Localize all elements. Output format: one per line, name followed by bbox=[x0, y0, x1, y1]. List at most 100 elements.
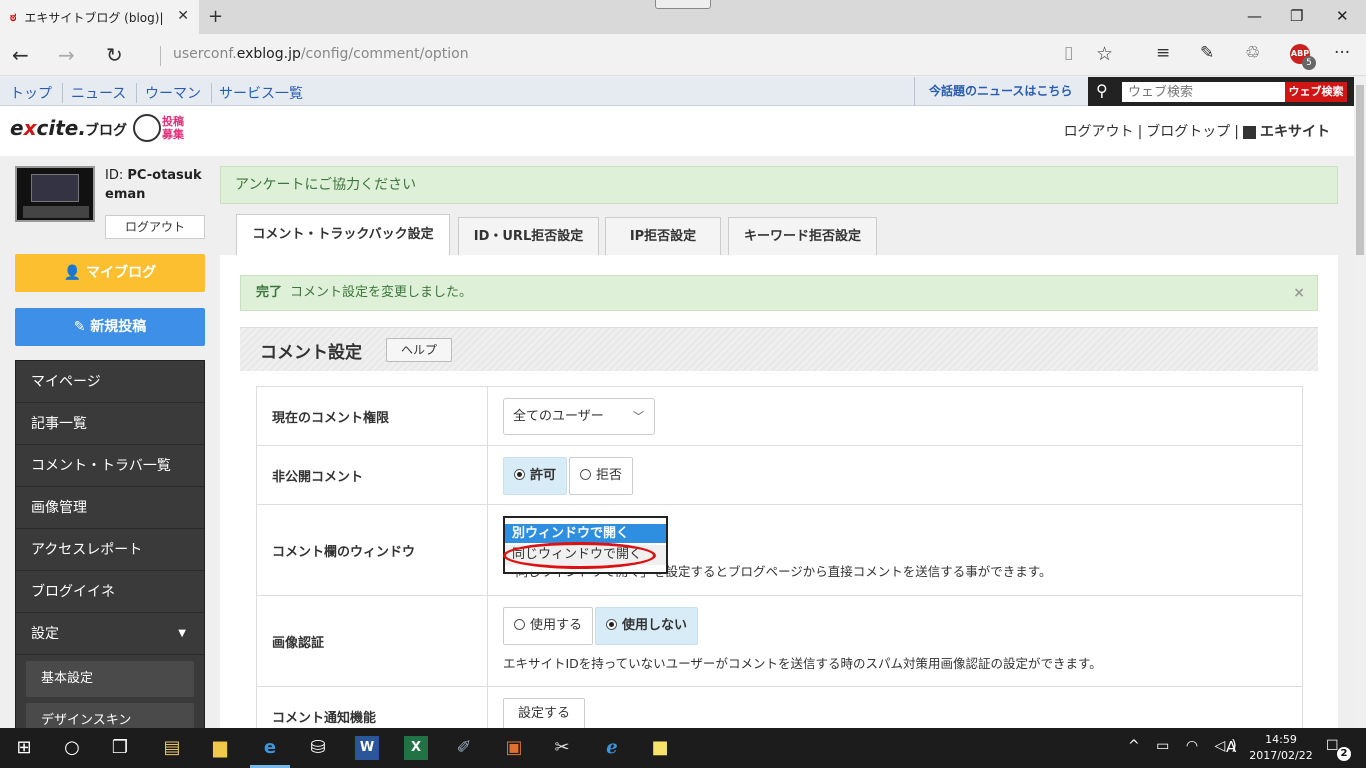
user-icon: 👤 bbox=[63, 265, 87, 281]
toolbox-icon[interactable]: ▣ bbox=[502, 736, 526, 760]
red-highlight-circle bbox=[503, 542, 656, 569]
row-value: 許可 拒否 bbox=[488, 446, 1302, 504]
explorer-icon[interactable]: ▤ bbox=[160, 736, 184, 760]
web-note-icon[interactable]: ✎ bbox=[1200, 43, 1214, 63]
new-post-button[interactable]: ✎ 新規投稿 bbox=[15, 308, 205, 346]
excite-logo[interactable]: excite. bbox=[10, 116, 86, 140]
excite-link-top[interactable]: トップ bbox=[0, 83, 63, 103]
avatar[interactable] bbox=[15, 166, 95, 222]
private-deny-label: 拒否 bbox=[596, 468, 623, 483]
captcha-nouse-radio[interactable]: 使用しない bbox=[595, 607, 699, 645]
clock-date: 2017/02/22 bbox=[1249, 749, 1313, 762]
page-body: ID: PC-otasukeman ログアウト 👤 マイブログ ✎ 新規投稿 マ… bbox=[0, 156, 1354, 728]
edge-icon[interactable]: e bbox=[258, 736, 282, 760]
my-blog-button[interactable]: 👤 マイブログ bbox=[15, 254, 205, 292]
search-input[interactable] bbox=[1122, 82, 1285, 102]
captcha-use-label: 使用する bbox=[530, 618, 583, 633]
ime-indicator[interactable]: A bbox=[1226, 738, 1236, 756]
excite-link-news[interactable]: ニュース bbox=[61, 83, 138, 103]
sticky-notes-icon[interactable]: ■ bbox=[648, 736, 672, 760]
close-tab-icon[interactable]: ✕ bbox=[177, 8, 189, 24]
store-icon[interactable]: ⛁ bbox=[306, 736, 330, 760]
alert-text: コメント設定を変更しました。 bbox=[290, 285, 473, 300]
new-tab-icon[interactable]: + bbox=[208, 6, 223, 27]
row-value: 設定する bbox=[488, 687, 1302, 728]
close-window-icon[interactable]: ✕ bbox=[1336, 7, 1349, 25]
more-icon[interactable]: ··· bbox=[1334, 43, 1350, 63]
reading-view-icon[interactable]: ▯ bbox=[1064, 43, 1073, 63]
title-drag-handle[interactable] bbox=[655, 0, 711, 9]
hub-icon[interactable]: ≡ bbox=[1156, 43, 1170, 63]
excite-home-link[interactable]: エキサイト bbox=[1239, 124, 1334, 140]
table-row: コメント欄のウィンドウ 「同じウィンドウで開く」を設定するとブログページから直接… bbox=[257, 505, 1302, 596]
windows-start-icon[interactable]: ⊞ bbox=[12, 736, 36, 760]
table-row: 非公開コメント 許可 拒否 bbox=[257, 446, 1302, 505]
blog-top-link[interactable]: ブログトップ bbox=[1142, 124, 1234, 140]
page-scrollbar[interactable] bbox=[1354, 77, 1366, 728]
radio-unchecked-icon bbox=[514, 619, 525, 630]
tab-keyword-deny[interactable]: キーワード拒否設定 bbox=[728, 217, 877, 255]
task-view-icon[interactable]: ❐ bbox=[108, 736, 132, 760]
close-icon[interactable]: × bbox=[1293, 276, 1305, 310]
my-blog-label: マイブログ bbox=[86, 265, 157, 281]
sidebar-item-mypage[interactable]: マイページ bbox=[16, 361, 204, 403]
header-links: ログアウト | ブログトップ | エキサイト bbox=[1060, 121, 1334, 141]
excite-link-woman[interactable]: ウーマン bbox=[135, 83, 212, 103]
help-button[interactable]: ヘルプ bbox=[386, 338, 452, 362]
scrollbar-thumb[interactable] bbox=[1356, 85, 1364, 255]
clock[interactable]: 14:59 2017/02/22 bbox=[1248, 732, 1314, 764]
section-header: コメント設定 ヘルプ bbox=[240, 327, 1318, 371]
browser-tab[interactable]: ಠ エキサイトブログ (blog)|コメ ✕ bbox=[0, 0, 199, 34]
tab-ip-deny[interactable]: IP拒否設定 bbox=[605, 217, 721, 255]
snipping-icon[interactable]: ✂ bbox=[550, 736, 574, 760]
row-label: コメント通知機能 bbox=[257, 687, 488, 728]
sidebar-item-images[interactable]: 画像管理 bbox=[16, 487, 204, 529]
excite-link-services[interactable]: サービス一覧 bbox=[209, 83, 313, 103]
private-allow-label: 許可 bbox=[530, 468, 557, 483]
toko-boshu-label[interactable]: 投稿募集 bbox=[162, 115, 188, 141]
sidebar-item-comments[interactable]: コメント・トラバ一覧 bbox=[16, 445, 204, 487]
notify-setting-button[interactable]: 設定する bbox=[503, 698, 586, 728]
word-icon[interactable]: W bbox=[355, 736, 379, 760]
folder-icon[interactable]: ▆ bbox=[208, 736, 232, 760]
sidebar-subitem-basic[interactable]: 基本設定 bbox=[26, 661, 194, 697]
sidebar-subitem-design[interactable]: デザインスキン bbox=[26, 703, 194, 728]
header-logout-link[interactable]: ログアウト bbox=[1060, 124, 1138, 140]
sidebar-item-settings[interactable]: 設定 ▼ bbox=[16, 613, 204, 655]
browser-nav-bar: ← → ↻ userconf.exblog.jp/config/comment/… bbox=[0, 34, 1366, 76]
search-button[interactable]: ウェブ検索 bbox=[1285, 82, 1347, 102]
sidebar-item-articles[interactable]: 記事一覧 bbox=[16, 403, 204, 445]
hot-news-link[interactable]: 今話題のニュースはこちら bbox=[914, 77, 1086, 106]
survey-banner[interactable]: アンケートにご協力ください bbox=[220, 166, 1338, 204]
private-deny-radio[interactable]: 拒否 bbox=[569, 457, 634, 495]
tab-comment-trackback[interactable]: コメント・トラックバック設定 bbox=[236, 214, 450, 256]
sidebar-logout-button[interactable]: ログアウト bbox=[105, 215, 205, 239]
row-label: コメント欄のウィンドウ bbox=[257, 505, 488, 595]
share-icon[interactable]: ♲ bbox=[1245, 43, 1260, 63]
clock-time: 14:59 bbox=[1265, 733, 1297, 746]
paint-icon[interactable]: ✐ bbox=[452, 736, 476, 760]
excel-icon[interactable]: X bbox=[404, 736, 428, 760]
sidebar-item-access-report[interactable]: アクセスレポート bbox=[16, 529, 204, 571]
notification-count: 2 bbox=[1337, 747, 1351, 761]
restore-icon[interactable]: ❐ bbox=[1290, 7, 1303, 25]
minimize-icon[interactable]: — bbox=[1247, 7, 1262, 25]
permission-select[interactable]: 全てのユーザー ﹀ bbox=[503, 398, 655, 435]
dropdown-option-separate-window[interactable]: 別ウィンドウで開く bbox=[505, 524, 666, 543]
sidebar-item-iine[interactable]: ブログイイネ bbox=[16, 571, 204, 613]
captcha-use-radio[interactable]: 使用する bbox=[503, 607, 594, 645]
cortana-icon[interactable]: ○ bbox=[60, 736, 84, 760]
excite-top-bar: トップ ニュース ウーマン サービス一覧 今話題のニュースはこちら ⚲ ウェブ検… bbox=[0, 77, 1354, 106]
address-bar[interactable]: userconf.exblog.jp/config/comment/option bbox=[160, 46, 469, 66]
ie-icon[interactable]: ℯ bbox=[600, 736, 624, 760]
tab-id-url-deny[interactable]: ID・URL拒否設定 bbox=[458, 217, 599, 255]
table-row: 画像認証 使用する 使用しない エキサイトIDを持っていないユーザーがコメントを送… bbox=[257, 596, 1302, 687]
browser-tab-bar: ಠ エキサイトブログ (blog)|コメ ✕ + — ❐ ✕ bbox=[0, 0, 1366, 34]
forward-icon[interactable]: → bbox=[58, 43, 75, 67]
back-icon[interactable]: ← bbox=[12, 43, 29, 67]
favorite-star-icon[interactable]: ☆ bbox=[1096, 43, 1113, 65]
refresh-icon[interactable]: ↻ bbox=[106, 43, 123, 67]
url-domain: exblog.jp bbox=[236, 46, 301, 62]
private-allow-radio[interactable]: 許可 bbox=[503, 457, 568, 495]
pencil-icon: ✎ bbox=[73, 319, 91, 335]
